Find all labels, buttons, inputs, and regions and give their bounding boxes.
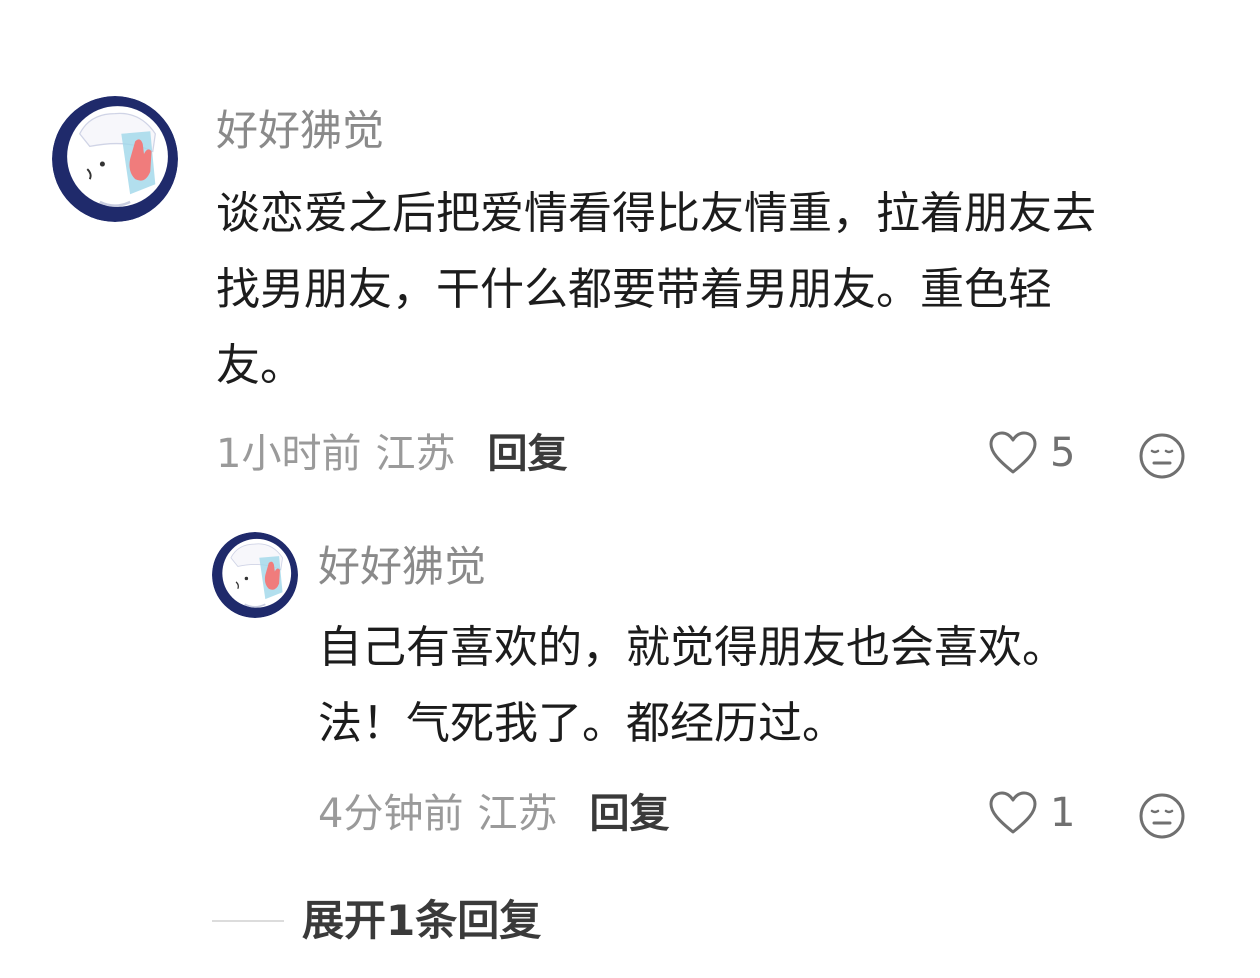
dislike-button[interactable]: [1138, 432, 1186, 480]
cartoon-avatar-icon: [52, 96, 178, 222]
meh-face-icon: [1139, 793, 1185, 839]
comment-text-line: 法！气死我了。都经历过。: [318, 698, 846, 749]
like-button[interactable]: 5: [988, 430, 1075, 476]
avatar[interactable]: [52, 96, 178, 222]
comment-meta: 1小时前 江苏 回复: [216, 434, 567, 474]
reply-button[interactable]: 回复: [589, 794, 669, 834]
avatar[interactable]: [212, 532, 298, 618]
comment-location: 江苏: [375, 431, 456, 477]
heart-icon: [989, 791, 1037, 834]
divider: [212, 920, 284, 922]
comment-location: 江苏: [477, 791, 558, 837]
comment-time: 4分钟前: [318, 791, 464, 837]
heart-icon: [989, 431, 1037, 474]
meh-face-icon: [1139, 433, 1185, 479]
comment-meta: 4分钟前 江苏 回复: [318, 794, 669, 834]
comment-text: 自己有喜欢的，就觉得朋友也会喜欢。 法！气死我了。都经历过。: [318, 610, 1066, 762]
comment-item: 好好狒觉 谈恋爱之后把爱情看得比友情重，拉着朋友去 找男朋友，干什么都要带着男朋…: [0, 0, 1260, 500]
comment-text-line: 友。: [216, 340, 304, 391]
comment-text-line: 谈恋爱之后把爱情看得比友情重，拉着朋友去: [216, 188, 1096, 239]
like-count: 1: [1050, 790, 1076, 836]
comment-text: 谈恋爱之后把爱情看得比友情重，拉着朋友去 找男朋友，干什么都要带着男朋友。重色轻…: [216, 176, 1096, 404]
comment-text-line: 找男朋友，干什么都要带着男朋友。重色轻: [216, 264, 1052, 315]
reply-item: 好好狒觉 自己有喜欢的，就觉得朋友也会喜欢。 法！气死我了。都经历过。 4分钟前…: [0, 500, 1260, 880]
comment-username[interactable]: 好好狒觉: [216, 110, 384, 152]
reply-button[interactable]: 回复: [487, 434, 567, 474]
like-count: 5: [1050, 430, 1076, 476]
expand-replies-label: 展开1条回复: [302, 896, 542, 945]
comment-text-line: 自己有喜欢的，就觉得朋友也会喜欢。: [318, 622, 1066, 673]
comment-username[interactable]: 好好狒觉: [318, 546, 486, 588]
dislike-button[interactable]: [1138, 792, 1186, 840]
cartoon-avatar-icon: [212, 532, 298, 618]
like-button[interactable]: 1: [988, 790, 1075, 836]
comment-time: 1小时前: [216, 431, 362, 477]
expand-replies-button[interactable]: 展开1条回复: [212, 900, 541, 942]
